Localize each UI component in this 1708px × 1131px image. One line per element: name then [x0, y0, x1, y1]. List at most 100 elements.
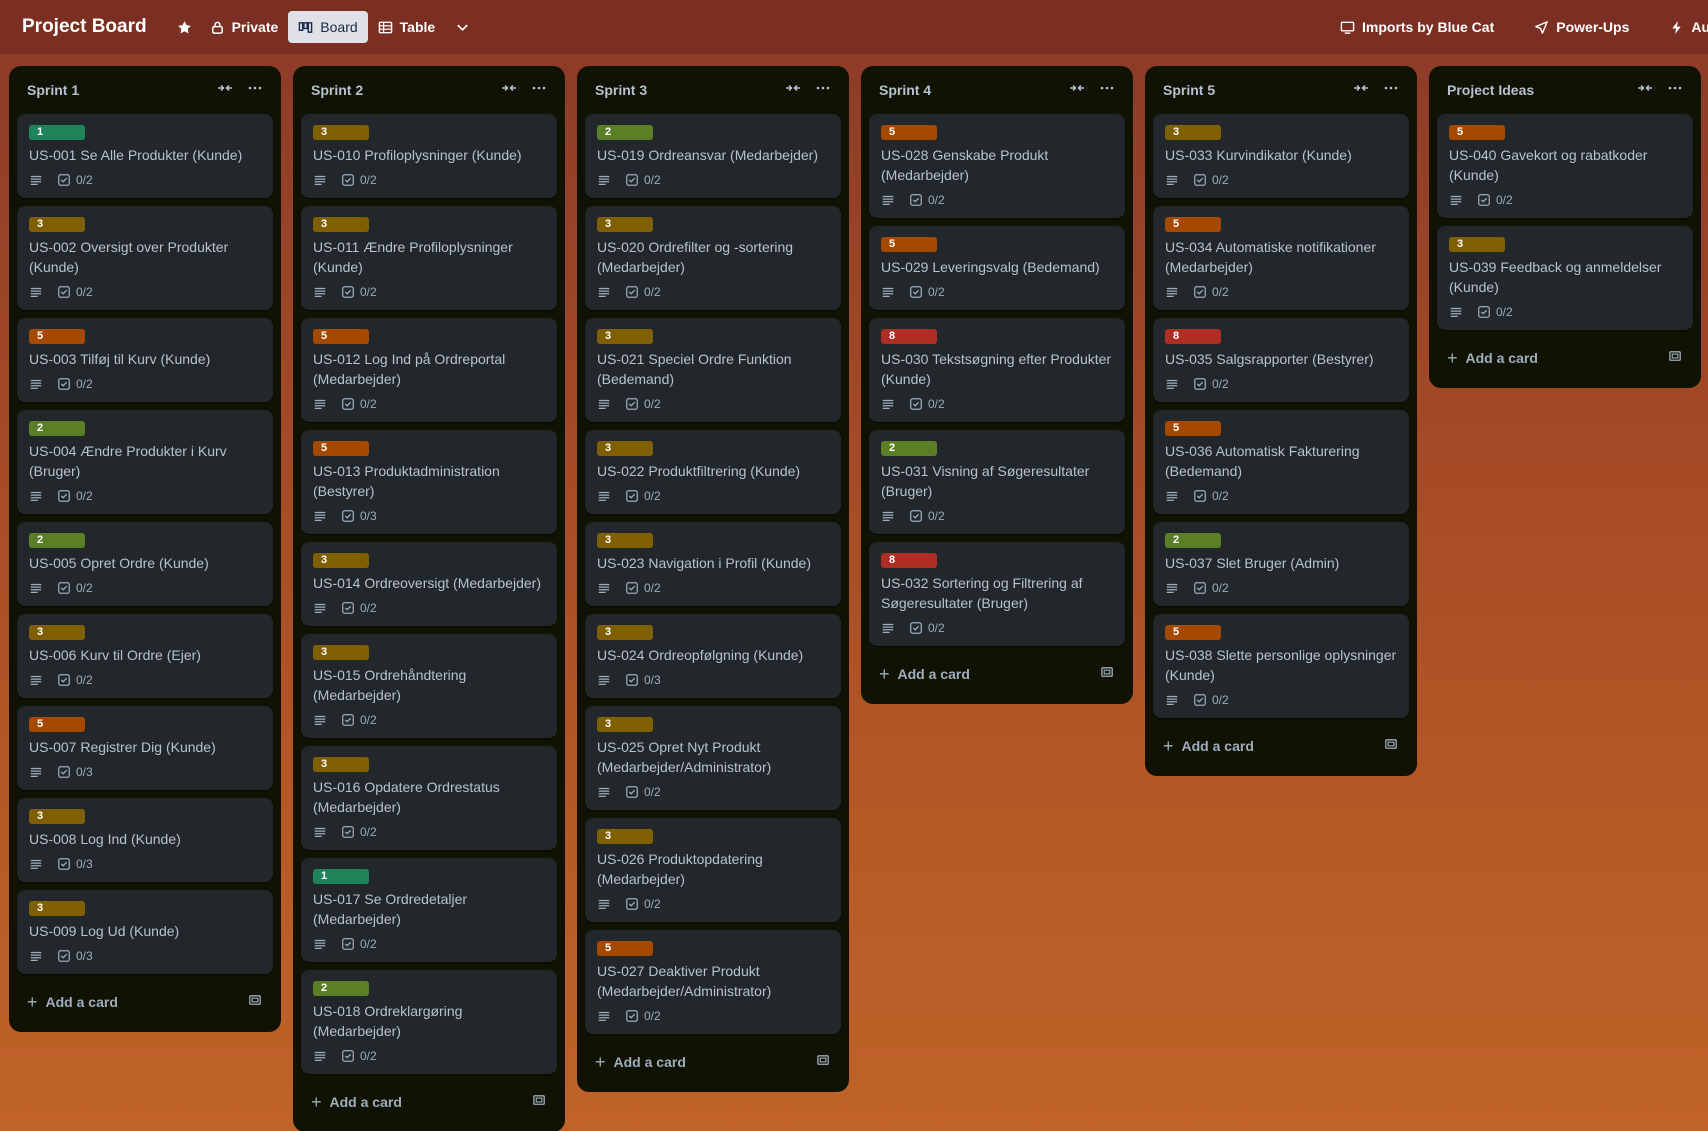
card[interactable]: 3 US-014 Ordreoversigt (Medarbejder) 0/2 [301, 542, 557, 626]
star-button[interactable] [169, 11, 200, 43]
story-points-label[interactable]: 5 [313, 329, 369, 344]
add-card-button[interactable]: Add a card [614, 1054, 816, 1070]
add-card-button[interactable]: Add a card [330, 1094, 532, 1110]
story-points-label[interactable]: 1 [29, 125, 85, 140]
collapse-list-icon[interactable] [217, 80, 233, 101]
list-more-icon[interactable] [1099, 80, 1115, 101]
story-points-label[interactable]: 5 [29, 329, 85, 344]
story-points-label[interactable]: 3 [313, 757, 369, 772]
card[interactable]: 5 US-003 Tilføj til Kurv (Kunde) 0/2 [17, 318, 273, 402]
create-from-template-icon[interactable] [532, 1093, 547, 1111]
add-card-button[interactable]: Add a card [1182, 738, 1384, 754]
create-from-template-icon[interactable] [1668, 349, 1683, 367]
card[interactable]: 3 US-010 Profiloplysninger (Kunde) 0/2 [301, 114, 557, 198]
card[interactable]: 5 US-028 Genskabe Produkt (Medarbejder) 0/… [869, 114, 1125, 218]
story-points-label[interactable]: 3 [29, 901, 85, 916]
card[interactable]: 2 US-005 Opret Ordre (Kunde) 0/2 [17, 522, 273, 606]
card[interactable]: 3 US-025 Opret Nyt Produkt (Medarbejder/A… [585, 706, 841, 810]
story-points-label[interactable]: 2 [29, 533, 85, 548]
board-title[interactable]: Project Board [22, 16, 147, 38]
story-points-label[interactable]: 5 [597, 941, 653, 956]
card[interactable]: 2 US-019 Ordreansvar (Medarbejder) 0/2 [585, 114, 841, 198]
story-points-label[interactable]: 3 [597, 829, 653, 844]
list-more-icon[interactable] [531, 80, 547, 101]
story-points-label[interactable]: 3 [1449, 237, 1505, 252]
story-points-label[interactable]: 8 [881, 329, 937, 344]
card[interactable]: 3 US-015 Ordrehåndtering (Medarbejder) 0/2 [301, 634, 557, 738]
card[interactable]: 3 US-026 Produktopdatering (Medarbejder) 0… [585, 818, 841, 922]
list-title[interactable]: Sprint 3 [595, 82, 785, 98]
collapse-list-icon[interactable] [501, 80, 517, 101]
card[interactable]: 2 US-018 Ordreklargøring (Medarbejder) 0/2 [301, 970, 557, 1074]
card[interactable]: 5 US-012 Log Ind på Ordreportal (Medarbej… [301, 318, 557, 422]
card[interactable]: 1 US-017 Se Ordredetaljer (Medarbejder) 0/… [301, 858, 557, 962]
collapse-list-icon[interactable] [1069, 80, 1085, 101]
card[interactable]: 5 US-027 Deaktiver Produkt (Medarbejder/A… [585, 930, 841, 1034]
add-card-button[interactable]: Add a card [1466, 350, 1668, 366]
card[interactable]: 2 US-037 Slet Bruger (Admin) 0/2 [1153, 522, 1409, 606]
story-points-label[interactable]: 3 [29, 625, 85, 640]
story-points-label[interactable]: 5 [881, 237, 937, 252]
card[interactable]: 3 US-023 Navigation i Profil (Kunde) 0/2 [585, 522, 841, 606]
story-points-label[interactable]: 8 [881, 553, 937, 568]
list-more-icon[interactable] [1667, 80, 1683, 101]
story-points-label[interactable]: 2 [881, 441, 937, 456]
card[interactable]: 3 US-020 Ordrefilter og -sortering (Medar… [585, 206, 841, 310]
story-points-label[interactable]: 3 [29, 809, 85, 824]
story-points-label[interactable]: 5 [1165, 421, 1221, 436]
story-points-label[interactable]: 3 [313, 553, 369, 568]
card[interactable]: 3 US-002 Oversigt over Produkter (Kunde) 0… [17, 206, 273, 310]
power-ups-button[interactable]: Power-Ups [1524, 11, 1639, 43]
story-points-label[interactable]: 3 [597, 441, 653, 456]
story-points-label[interactable]: 3 [313, 125, 369, 140]
imports-button[interactable]: Imports by Blue Cat [1330, 11, 1504, 43]
card[interactable]: 1 US-001 Se Alle Produkter (Kunde) 0/2 [17, 114, 273, 198]
card[interactable]: 5 US-034 Automatiske notifikationer (Meda… [1153, 206, 1409, 310]
create-from-template-icon[interactable] [248, 993, 263, 1011]
list-more-icon[interactable] [815, 80, 831, 101]
create-from-template-icon[interactable] [816, 1053, 831, 1071]
card[interactable]: 5 US-036 Automatisk Fakturering (Bedemand… [1153, 410, 1409, 514]
list-more-icon[interactable] [247, 80, 263, 101]
story-points-label[interactable]: 5 [881, 125, 937, 140]
card[interactable]: 5 US-029 Leveringsvalg (Bedemand) 0/2 [869, 226, 1125, 310]
story-points-label[interactable]: 5 [1165, 217, 1221, 232]
card[interactable]: 8 US-032 Sortering og Filtrering af Søger… [869, 542, 1125, 646]
story-points-label[interactable]: 3 [597, 329, 653, 344]
card[interactable]: 5 US-007 Registrer Dig (Kunde) 0/3 [17, 706, 273, 790]
card[interactable]: 3 US-006 Kurv til Ordre (Ejer) 0/2 [17, 614, 273, 698]
collapse-list-icon[interactable] [1353, 80, 1369, 101]
story-points-label[interactable]: 2 [313, 981, 369, 996]
card[interactable]: 3 US-022 Produktfiltrering (Kunde) 0/2 [585, 430, 841, 514]
story-points-label[interactable]: 1 [313, 869, 369, 884]
card[interactable]: 3 US-016 Opdatere Ordrestatus (Medarbejde… [301, 746, 557, 850]
card[interactable]: 3 US-039 Feedback og anmeldelser (Kunde) 0… [1437, 226, 1693, 330]
views-dropdown-button[interactable] [445, 11, 480, 43]
list-title[interactable]: Sprint 1 [27, 82, 217, 98]
list-title[interactable]: Sprint 4 [879, 82, 1069, 98]
story-points-label[interactable]: 3 [597, 717, 653, 732]
story-points-label[interactable]: 3 [597, 217, 653, 232]
card[interactable]: 3 US-024 Ordreopfølgning (Kunde) 0/3 [585, 614, 841, 698]
story-points-label[interactable]: 5 [29, 717, 85, 732]
card[interactable]: 3 US-011 Ændre Profiloplysninger (Kunde) 0… [301, 206, 557, 310]
card[interactable]: 8 US-030 Tekstsøgning efter Produkter (Ku… [869, 318, 1125, 422]
story-points-label[interactable]: 3 [29, 217, 85, 232]
story-points-label[interactable]: 5 [313, 441, 369, 456]
story-points-label[interactable]: 3 [313, 645, 369, 660]
list-more-icon[interactable] [1383, 80, 1399, 101]
card[interactable]: 2 US-031 Visning af Søgeresultater (Bruge… [869, 430, 1125, 534]
view-tab-table[interactable]: Table [368, 11, 446, 43]
story-points-label[interactable]: 2 [597, 125, 653, 140]
story-points-label[interactable]: 2 [1165, 533, 1221, 548]
card[interactable]: 5 US-013 Produktadministration (Bestyrer)… [301, 430, 557, 534]
story-points-label[interactable]: 5 [1449, 125, 1505, 140]
visibility-button[interactable]: Private [200, 11, 289, 43]
list-title[interactable]: Sprint 5 [1163, 82, 1353, 98]
collapse-list-icon[interactable] [785, 80, 801, 101]
add-card-button[interactable]: Add a card [898, 666, 1100, 682]
story-points-label[interactable]: 8 [1165, 329, 1221, 344]
card[interactable]: 3 US-008 Log Ind (Kunde) 0/3 [17, 798, 273, 882]
view-tab-board[interactable]: Board [288, 11, 368, 43]
list-title[interactable]: Sprint 2 [311, 82, 501, 98]
